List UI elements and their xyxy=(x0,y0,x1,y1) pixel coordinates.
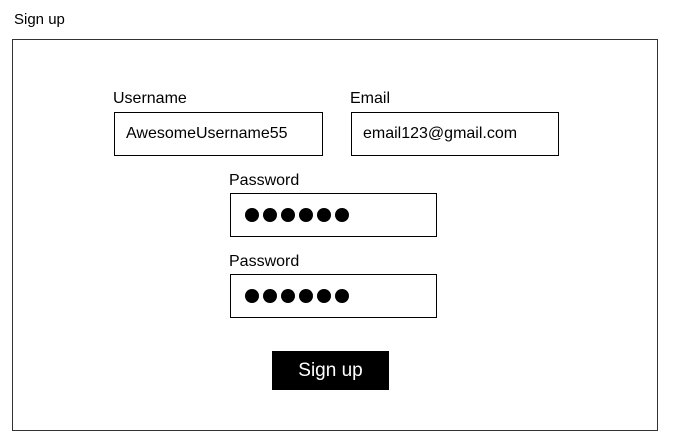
password-mask-dot xyxy=(299,208,313,222)
password-mask-dot xyxy=(281,289,295,303)
confirm-password-field[interactable] xyxy=(230,274,437,318)
password-mask-dot xyxy=(335,208,349,222)
password-field[interactable] xyxy=(230,193,437,237)
page-title: Sign up xyxy=(14,11,65,28)
username-label: Username xyxy=(113,90,187,107)
password-mask-dot xyxy=(335,289,349,303)
password-mask-dot xyxy=(263,289,277,303)
password-label: Password xyxy=(229,172,300,189)
email-field[interactable] xyxy=(351,112,559,156)
email-label: Email xyxy=(350,90,391,107)
password-mask-dot xyxy=(281,208,295,222)
password-mask-dot xyxy=(317,208,331,222)
confirm-password-label: Password xyxy=(229,253,300,270)
password-mask-dot xyxy=(299,289,313,303)
signup-button[interactable]: Sign up xyxy=(272,351,389,390)
password-mask-dot xyxy=(263,208,277,222)
password-mask-dot xyxy=(317,289,331,303)
password-mask-dot xyxy=(245,208,259,222)
password-mask-dot xyxy=(245,289,259,303)
username-field[interactable] xyxy=(114,112,323,156)
